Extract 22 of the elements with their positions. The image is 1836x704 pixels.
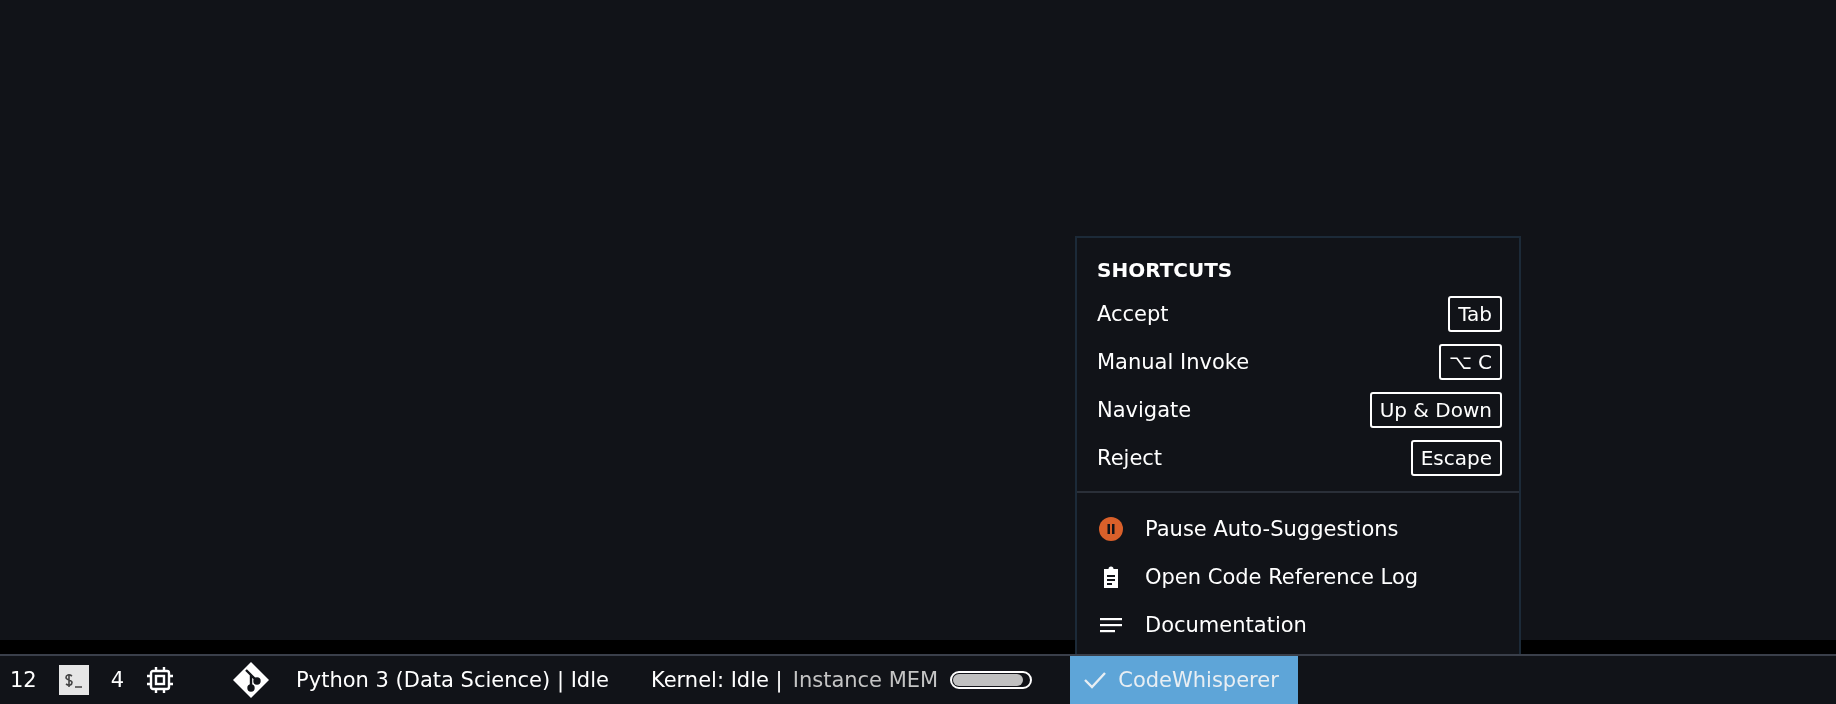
menu-item[interactable]: Pause Auto-Suggestions bbox=[1099, 505, 1519, 553]
check-icon bbox=[1084, 671, 1107, 689]
shortcut-action: Reject bbox=[1097, 446, 1163, 470]
status-count: 4 bbox=[110, 668, 125, 692]
git-icon[interactable] bbox=[232, 661, 271, 699]
kernel-name[interactable]: Python 3 (Data Science) | Idle bbox=[296, 668, 609, 692]
key-label: ⌥ C bbox=[1438, 344, 1502, 380]
chip-icon[interactable] bbox=[146, 666, 175, 694]
key-label: Tab bbox=[1448, 296, 1502, 332]
key-label: Up & Down bbox=[1369, 392, 1502, 428]
memory-label: Instance MEM bbox=[792, 668, 939, 692]
status-count: 12 bbox=[10, 668, 37, 692]
kernel-status: Kernel: Idle | bbox=[650, 668, 783, 692]
shortcut-action: Manual Invoke bbox=[1097, 350, 1250, 374]
shortcut-action: Accept bbox=[1097, 302, 1169, 326]
shortcut-action: Navigate bbox=[1097, 398, 1192, 422]
popup-heading: SHORTCUTS bbox=[1096, 257, 1234, 284]
pause-icon bbox=[1099, 517, 1123, 541]
key-label: Escape bbox=[1410, 440, 1502, 476]
menu-item[interactable]: Open Code Reference Log bbox=[1099, 553, 1519, 601]
terminal-icon[interactable] bbox=[58, 665, 89, 695]
menu-item[interactable]: Documentation bbox=[1099, 601, 1519, 649]
